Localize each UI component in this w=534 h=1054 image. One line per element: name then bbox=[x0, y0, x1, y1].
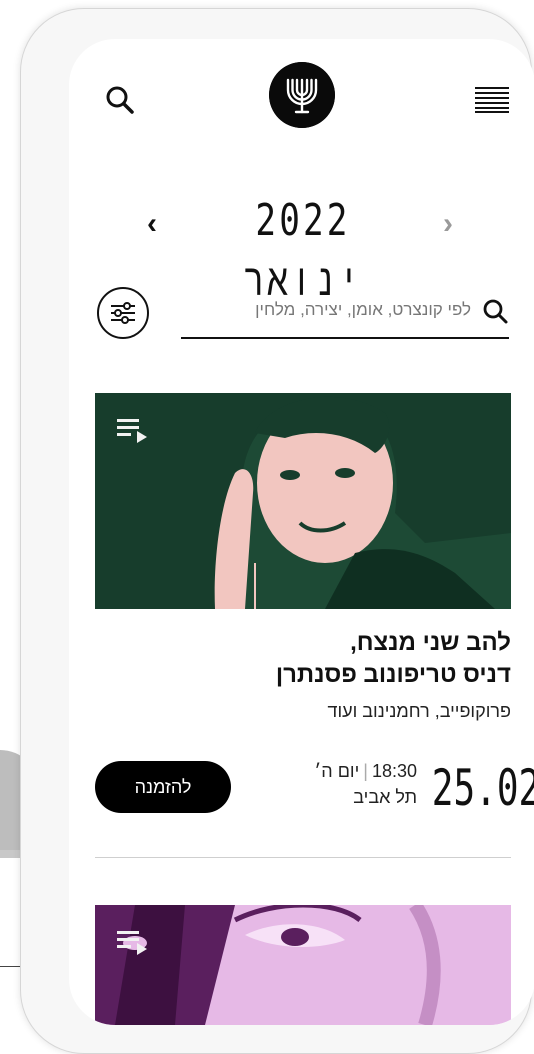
event-city: תל אביב bbox=[353, 787, 417, 807]
menorah-logo-icon[interactable] bbox=[269, 62, 335, 128]
event-title[interactable]: להב שני מנצח, דניס טריפונוב פסנתרן bbox=[95, 627, 511, 691]
performer-portrait bbox=[95, 393, 511, 609]
event-image[interactable] bbox=[95, 393, 511, 609]
phone-frame: ‹ 2022 ינואר › לפי קונצרט, אומן, יצירה, … bbox=[20, 8, 534, 1054]
sliders-icon bbox=[111, 302, 135, 324]
playlist-icon[interactable] bbox=[117, 927, 153, 959]
event-title-line1: להב שני מנצח, bbox=[350, 629, 511, 656]
book-button[interactable]: להזמנה bbox=[95, 761, 231, 813]
next-month-button[interactable]: › bbox=[443, 209, 453, 239]
search-bar bbox=[181, 287, 509, 339]
divider bbox=[95, 857, 511, 858]
event-time-row: 18:30|יום ה׳ bbox=[247, 759, 417, 783]
month-title: 2022 ינואר bbox=[243, 195, 363, 306]
separator: | bbox=[363, 761, 368, 781]
event-day: יום ה׳ bbox=[314, 761, 360, 781]
performer-portrait bbox=[95, 905, 511, 1025]
playlist-icon[interactable] bbox=[117, 415, 153, 447]
event-date: 25.02 bbox=[431, 759, 534, 817]
previous-month-button[interactable]: ‹ bbox=[147, 209, 157, 239]
event-image[interactable] bbox=[95, 905, 511, 1025]
filter-button[interactable] bbox=[97, 287, 149, 339]
event-time: 18:30 bbox=[371, 761, 417, 781]
search-icon[interactable] bbox=[481, 297, 509, 325]
hamburger-menu-icon[interactable] bbox=[475, 87, 509, 113]
event-program: פרוקופייב, רחמנינוב ועוד bbox=[327, 701, 511, 721]
month-navigation: ‹ 2022 ינואר › bbox=[69, 189, 534, 306]
search-input[interactable] bbox=[181, 287, 471, 333]
search-icon[interactable] bbox=[103, 83, 137, 117]
app-screen: ‹ 2022 ינואר › לפי קונצרט, אומן, יצירה, … bbox=[69, 39, 534, 1025]
event-title-line2: דניס טריפונוב פסנתרן bbox=[275, 661, 511, 688]
